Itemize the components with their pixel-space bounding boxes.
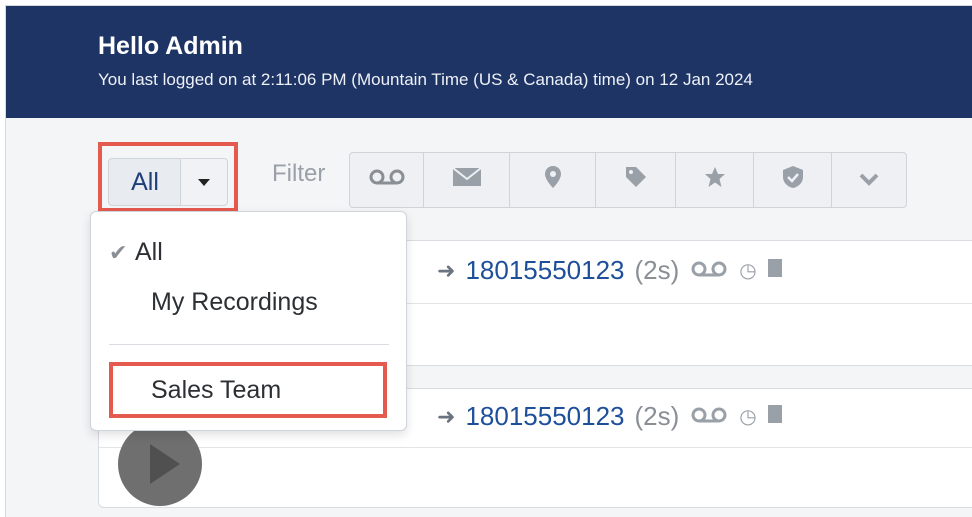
more-filter-button[interactable] <box>832 153 906 207</box>
app-frame: Hello Admin You last logged on at 2:11:0… <box>5 5 972 517</box>
clock-icon: ◷ <box>739 260 757 282</box>
tag-icon <box>624 165 648 195</box>
star-filter-button[interactable] <box>676 153 754 207</box>
last-login-text: You last logged on at 2:11:06 PM (Mounta… <box>98 70 753 89</box>
document-icon <box>767 404 783 430</box>
phone-number-link[interactable]: 18015550123 <box>465 255 624 286</box>
voicemail-icon <box>689 405 729 429</box>
play-button[interactable] <box>118 422 202 506</box>
chevron-down-icon <box>859 167 879 193</box>
email-filter-button[interactable] <box>424 153 510 207</box>
checkmark-icon: ✔ <box>109 240 128 265</box>
shield-filter-button[interactable] <box>754 153 832 207</box>
tag-filter-button[interactable] <box>596 153 676 207</box>
filter-dropdown-menu: ✔ All My Recordings Sales Team <box>90 211 407 431</box>
document-icon <box>767 258 783 284</box>
recording-line: ➜ 18015550123 (2s) ◷ <box>437 401 783 432</box>
duration: (2s) <box>634 401 680 431</box>
filter-label: Filter <box>272 160 326 187</box>
arrow-right-icon: ➜ <box>437 403 456 429</box>
voicemail-filter-button[interactable] <box>350 153 424 207</box>
dropdown-item-my-recordings[interactable]: My Recordings <box>151 288 318 317</box>
phone-number-link[interactable]: 18015550123 <box>465 401 624 432</box>
clock-icon: ◷ <box>739 406 757 428</box>
duration: (2s) <box>634 255 680 285</box>
shield-check-icon <box>782 165 804 195</box>
filter-button-group <box>349 152 907 208</box>
highlight-box-all <box>98 142 238 212</box>
location-filter-button[interactable] <box>510 153 596 207</box>
voicemail-icon <box>367 167 407 193</box>
star-icon <box>703 165 727 195</box>
envelope-icon <box>451 167 482 193</box>
highlight-box-sales-team <box>109 362 387 418</box>
dropdown-divider <box>109 344 389 345</box>
recording-line: ➜ 18015550123 (2s) ◷ <box>437 255 783 286</box>
arrow-right-icon: ➜ <box>437 257 456 283</box>
dropdown-item-all[interactable]: All <box>135 238 163 267</box>
location-pin-icon <box>544 165 562 195</box>
greeting: Hello Admin <box>98 32 243 60</box>
voicemail-icon <box>689 259 729 283</box>
header-bar: Hello Admin You last logged on at 2:11:0… <box>6 6 972 118</box>
card-divider <box>99 447 972 448</box>
